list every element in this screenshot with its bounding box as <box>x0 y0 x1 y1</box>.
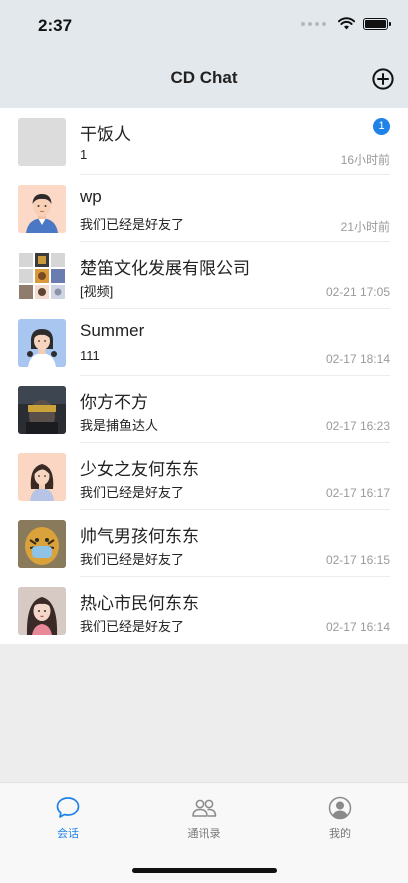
status-time: 2:37 <box>38 16 73 35</box>
conversation-row[interactable]: 帅气男孩何东东 我们已经是好友了 02-17 16:15 <box>0 510 408 577</box>
message-time: 02-17 16:14 <box>325 620 390 634</box>
avatar <box>18 587 66 635</box>
last-message: 我们已经是好友了 <box>80 217 185 232</box>
contact-name: 干饭人 <box>80 125 131 144</box>
avatar <box>18 520 66 568</box>
message-time: 02-17 18:14 <box>325 352 390 366</box>
contact-name: 楚笛文化发展有限公司 <box>80 259 250 278</box>
add-icon[interactable] <box>372 68 394 90</box>
avatar <box>18 252 66 300</box>
contact-name: Summer <box>80 321 145 340</box>
conversation-row[interactable]: Summer 111 02-17 18:14 <box>0 309 408 376</box>
tab-conversations[interactable]: 会话 <box>28 795 108 841</box>
avatar <box>18 118 66 166</box>
contact-name: 热心市民何东东 <box>80 594 199 613</box>
signal-dots-icon <box>301 21 326 26</box>
contact-name: 帅气男孩何东东 <box>80 527 199 546</box>
conversation-row[interactable]: 热心市民何东东 我们已经是好友了 02-17 16:14 <box>0 577 408 644</box>
tab-label: 通讯录 <box>187 828 221 840</box>
conversation-list: 干饭人 1 1 16小时前 wp 我们已经是好友了 21小时前 楚笛文化发展有限… <box>0 108 408 644</box>
last-message: 我们已经是好友了 <box>80 552 185 567</box>
tab-label: 会话 <box>57 828 79 840</box>
status-icons <box>301 17 391 30</box>
conversation-row[interactable]: 少女之友何东东 我们已经是好友了 02-17 16:17 <box>0 443 408 510</box>
avatar <box>18 386 66 434</box>
contact-name: 少女之友何东东 <box>80 460 199 479</box>
conversation-row[interactable]: 楚笛文化发展有限公司 [视频] 02-21 17:05 <box>0 242 408 309</box>
last-message: [视频] <box>80 284 114 299</box>
last-message: 1 <box>80 147 88 162</box>
conversation-row[interactable]: 干饭人 1 1 16小时前 <box>0 108 408 175</box>
message-time: 16小时前 <box>340 153 390 167</box>
conversation-row[interactable]: wp 我们已经是好友了 21小时前 <box>0 175 408 242</box>
contact-name: 你方不方 <box>80 393 148 412</box>
avatar <box>18 319 66 367</box>
last-message: 我是捕鱼达人 <box>80 418 159 433</box>
last-message: 111 <box>80 348 100 363</box>
home-indicator <box>132 868 277 873</box>
contact-name: wp <box>80 187 102 206</box>
message-time: 02-17 16:23 <box>325 419 390 433</box>
message-time: 02-21 17:05 <box>325 285 390 299</box>
contacts-icon <box>192 799 217 817</box>
chat-bubble-icon <box>56 797 80 818</box>
tab-label: 我的 <box>329 828 351 840</box>
message-time: 02-17 16:17 <box>325 486 390 500</box>
page-title: CD Chat <box>170 68 238 87</box>
avatar <box>18 185 66 233</box>
message-time: 02-17 16:15 <box>325 553 390 567</box>
profile-icon <box>328 796 352 820</box>
wifi-icon <box>338 17 355 30</box>
message-time: 21小时前 <box>340 220 390 234</box>
unread-badge: 1 <box>373 118 390 135</box>
avatar <box>18 453 66 501</box>
header: 2:37 CD Chat <box>0 0 408 108</box>
tab-contacts[interactable]: 通讯录 <box>164 795 244 841</box>
last-message: 我们已经是好友了 <box>80 619 185 634</box>
tab-profile[interactable]: 我的 <box>300 795 380 841</box>
last-message: 我们已经是好友了 <box>80 485 185 500</box>
conversation-row[interactable]: 你方不方 我是捕鱼达人 02-17 16:23 <box>0 376 408 443</box>
battery-icon <box>363 17 391 30</box>
